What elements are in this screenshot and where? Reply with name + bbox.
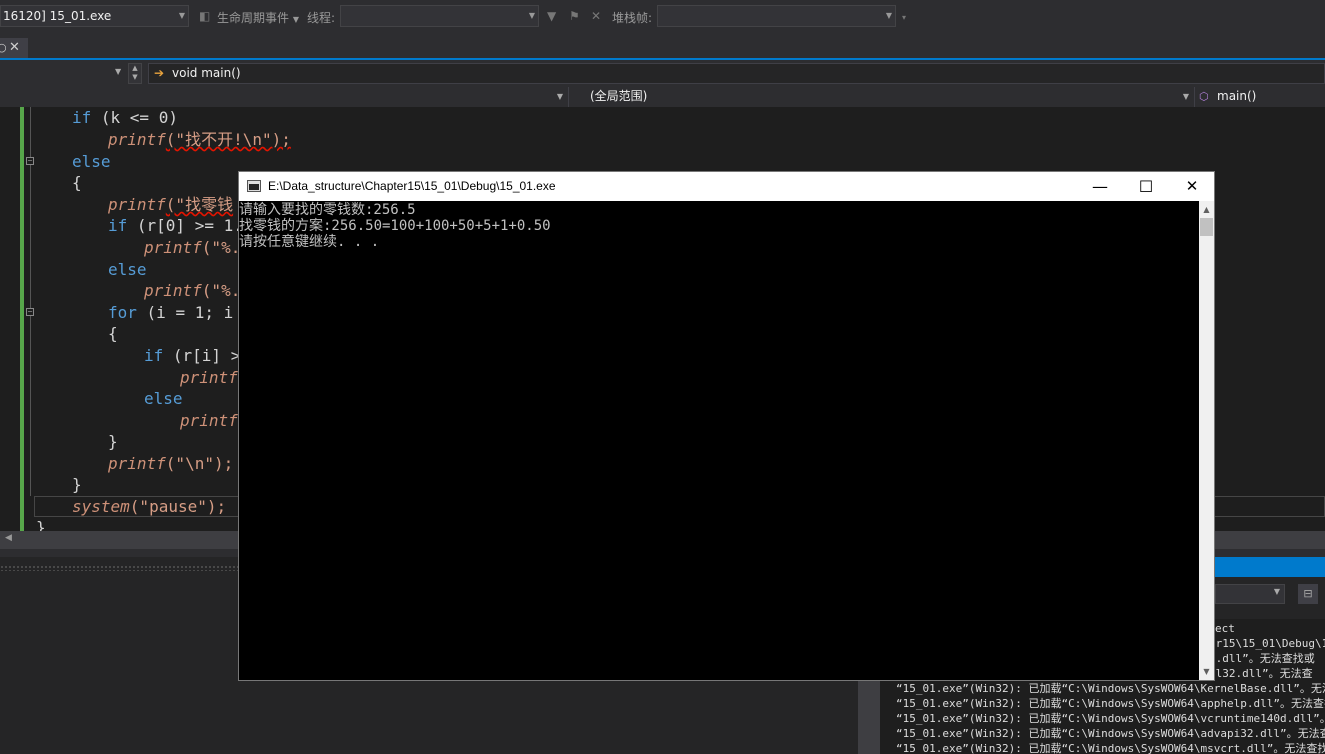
change-indicator-bar	[20, 107, 24, 531]
scope-combo[interactable]: (全局范围) ▼	[569, 87, 1195, 107]
scroll-down-icon[interactable]: ▼	[1199, 663, 1214, 680]
output-line: “15_01.exe”(Win32): 已加载“C:\Windows\SysWO…	[896, 682, 1325, 695]
lifecycle-events-button[interactable]: 生命周期事件 ▼	[217, 9, 299, 26]
output-vertical-scrollbar[interactable]	[858, 681, 880, 754]
console-window[interactable]: E:\Data_structure\Chapter15\15_01\Debug\…	[238, 171, 1215, 681]
flag-thread-icon[interactable]: ⚑	[569, 9, 580, 23]
console-line: 请输入要找的零钱数:256.5	[239, 202, 416, 218]
code-line: printf	[180, 368, 238, 387]
output-line: “15_01.exe”(Win32): 已加载“C:\Windows\SysWO…	[896, 697, 1325, 710]
scroll-left-icon[interactable]: ◀	[5, 533, 12, 543]
chevron-down-icon: ▼	[885, 11, 892, 20]
function-combo[interactable]: ➔ void main()	[148, 63, 1325, 84]
code-line: printf	[180, 411, 238, 430]
output-line: er15\15_01\Debug\15	[1215, 637, 1325, 650]
collapse-icon[interactable]: −	[26, 157, 34, 165]
code-line: {	[72, 173, 82, 192]
lifecycle-label: 生命周期事件	[217, 11, 290, 25]
panel-grip[interactable]	[0, 565, 238, 571]
output-line: l.dll”。无法查找或	[1215, 652, 1315, 665]
output-line: “15_01.exe”(Win32): 已加载“C:\Windows\SysWO…	[896, 727, 1325, 740]
chevron-down-icon: ▼	[1273, 587, 1280, 596]
scrollbar-thumb[interactable]	[1200, 218, 1213, 236]
output-toolbar-button[interactable]: ⊟	[1298, 584, 1318, 604]
member-value: main()	[1217, 89, 1257, 103]
console-line: 请按任意键继续. . .	[239, 234, 380, 250]
code-line: system("pause");	[72, 497, 227, 516]
code-line: {	[108, 324, 118, 343]
output-line: “15_01.exe”(Win32): 已加载“C:\Windows\SysWO…	[896, 742, 1325, 754]
method-icon: ⬡	[1199, 90, 1209, 103]
function-value: void main()	[172, 66, 241, 80]
lifecycle-icon: ◧	[199, 9, 211, 23]
code-line: printf("%.2	[144, 281, 250, 300]
chevron-down-icon[interactable]: ▼	[115, 67, 121, 76]
pin-icon[interactable]: ○	[0, 38, 7, 58]
output-source-combo[interactable]: ▼	[1215, 584, 1285, 604]
thread-combo[interactable]: ▼	[340, 5, 539, 27]
code-line: printf("找零钱	[108, 195, 234, 214]
code-line: if (r[0] >= 1.0	[108, 216, 253, 235]
fold-guide	[30, 165, 31, 308]
arrow-right-icon: ➔	[154, 66, 165, 80]
toolbar-overflow-icon[interactable]: ▾	[902, 13, 906, 22]
code-line: else	[144, 389, 183, 408]
output-text[interactable]: “15_01.exe”(Win32): 已加载“C:\Windows\SysWO…	[880, 681, 1325, 754]
stackframe-label: 堆栈帧:	[612, 11, 653, 25]
scope-value: (全局范围)	[590, 89, 648, 103]
nav-spinner[interactable]: ▲ ▼	[128, 63, 142, 84]
filter-icon[interactable]: ▼	[547, 9, 556, 23]
chevron-down-icon: ▼	[528, 11, 535, 20]
debug-toolbar: 16120] 15_01.exe ▼ ◧ 生命周期事件 ▼ 线程: ▼ ▼ ⚑ …	[0, 0, 1325, 33]
chevron-down-icon: ▼	[178, 11, 185, 20]
console-vertical-scrollbar[interactable]: ▲ ▼	[1199, 201, 1214, 680]
show-threads-icon[interactable]: ✕	[591, 9, 601, 23]
code-line: else	[72, 152, 111, 171]
output-line: “15_01.exe”(Win32): 已加载“C:\Windows\SysWO…	[896, 712, 1325, 725]
fold-guide	[30, 107, 31, 157]
process-value: 16120] 15_01.exe	[3, 9, 112, 23]
stackframe-combo[interactable]: ▼	[657, 5, 896, 27]
code-line: else	[108, 260, 147, 279]
console-title: E:\Data_structure\Chapter15\15_01\Debug\…	[268, 179, 556, 193]
console-titlebar[interactable]: E:\Data_structure\Chapter15\15_01\Debug\…	[239, 172, 1214, 201]
code-line: }	[108, 432, 118, 451]
maximize-button[interactable]: ☐	[1123, 172, 1169, 201]
chevron-down-icon: ▼	[1182, 92, 1189, 101]
thread-label: 线程:	[307, 11, 336, 25]
code-line: if (k <= 0)	[72, 108, 178, 127]
collapse-icon[interactable]: −	[26, 308, 34, 316]
minimize-button[interactable]: —	[1077, 172, 1123, 201]
document-tabstrip: ○ ✕	[0, 36, 1325, 58]
console-app-icon	[247, 180, 261, 192]
scope-bar: ▼ (全局范围) ▼ ⬡ main()	[0, 87, 1325, 107]
code-line: }	[36, 518, 46, 531]
output-text-visible-right: ect er15\15_01\Debug\15 l.dll”。无法查找或 el3…	[1215, 619, 1325, 681]
member-combo[interactable]: ⬡ main()	[1195, 87, 1325, 107]
output-line: el32.dll”。无法查	[1215, 667, 1313, 680]
console-line: 找零钱的方案:256.50=100+100+50+5+1+0.50	[239, 218, 551, 234]
code-line: for (i = 1; i <	[108, 303, 253, 322]
code-line: printf("找不开!\n");	[108, 130, 291, 149]
fold-guide	[30, 316, 31, 496]
code-line: if (r[i] >=	[144, 346, 250, 365]
code-line: }	[72, 475, 82, 494]
close-icon[interactable]: ✕	[9, 38, 20, 58]
code-line: printf("\n");	[108, 454, 234, 473]
scroll-up-icon[interactable]: ▲	[1199, 201, 1214, 218]
close-button[interactable]: ✕	[1169, 172, 1215, 201]
navigation-bar: ▼ ▲ ▼ ➔ void main()	[0, 60, 1325, 87]
document-tab[interactable]: ○ ✕	[0, 38, 28, 58]
output-panel-titlebar[interactable]	[1215, 557, 1325, 577]
code-line: printf("%.0	[144, 238, 250, 257]
process-combo[interactable]: 16120] 15_01.exe ▼	[0, 5, 189, 27]
console-output[interactable]: 请输入要找的零钱数:256.5 找零钱的方案:256.50=100+100+50…	[239, 201, 1199, 680]
project-combo[interactable]: ▼	[0, 87, 569, 107]
output-line: ect	[1215, 622, 1235, 635]
chevron-down-icon: ▼	[556, 92, 563, 101]
